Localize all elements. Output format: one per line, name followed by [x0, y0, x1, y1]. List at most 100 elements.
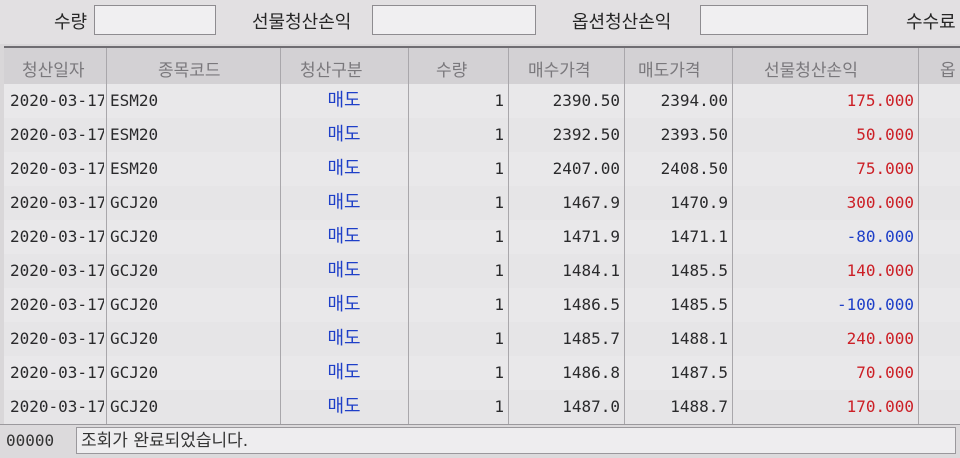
col-header-sell[interactable]: 매도가격 [638, 56, 701, 81]
cell-date: 2020-03-17 [10, 295, 104, 314]
col-header-side[interactable]: 청산구분 [300, 56, 363, 81]
cell-side: 매도 [327, 294, 361, 315]
futures-pnl-label: 선물청산손익 [252, 12, 352, 33]
cell-buy-price: 1485.7 [562, 329, 620, 348]
cell-code: GCJ20 [110, 227, 159, 246]
table-row[interactable]: 2020-03-17 GCJ20 매도 1 1487.0 1488.7 170.000 [4, 390, 960, 425]
cell-code: GCJ20 [110, 329, 159, 348]
cell-code: GCJ20 [110, 261, 159, 280]
cell-qty: 1 [494, 261, 504, 280]
cell-date: 2020-03-17 [10, 363, 104, 382]
summary-bar: 수량 선물청산손익 옵션청산손익 수수료 [0, 0, 960, 44]
cell-sell-price: 2393.50 [660, 125, 728, 144]
cell-sell-price: 1485.5 [670, 295, 728, 314]
cell-side: 매도 [327, 362, 361, 383]
cell-code: GCJ20 [110, 295, 159, 314]
table-row[interactable]: 2020-03-17 GCJ20 매도 1 1471.9 1471.1 -80.000 [4, 220, 960, 255]
cell-futures-pnl: -80.000 [846, 227, 914, 246]
cell-qty: 1 [494, 397, 504, 416]
cell-futures-pnl: 175.000 [846, 91, 914, 110]
qty-field[interactable] [94, 5, 216, 35]
cell-futures-pnl: 300.000 [846, 193, 914, 212]
col-header-qty[interactable]: 수량 [436, 56, 467, 81]
cell-side: 매도 [327, 260, 361, 281]
cell-buy-price: 1487.0 [562, 397, 620, 416]
cell-qty: 1 [494, 159, 504, 178]
cell-futures-pnl: 170.000 [846, 397, 914, 416]
qty-label: 수량 [54, 12, 88, 33]
table-header: 청산일자 종목코드 청산구분 수량 매수가격 매도가격 선물청산손익 옵 [4, 48, 960, 85]
cell-code: GCJ20 [110, 397, 159, 416]
table-row[interactable]: 2020-03-17 ESM20 매도 1 2390.50 2394.00 175.000 [4, 84, 960, 119]
cell-buy-price: 2390.50 [552, 91, 620, 110]
options-pnl-label: 옵션청산손익 [572, 12, 672, 33]
cell-side: 매도 [327, 396, 361, 417]
table-row[interactable]: 2020-03-17 GCJ20 매도 1 1484.1 1485.5 140.000 [4, 254, 960, 289]
table-row[interactable]: 2020-03-17 ESM20 매도 1 2407.00 2408.50 75.000 [4, 152, 960, 187]
cell-qty: 1 [494, 363, 504, 382]
col-header-opt[interactable]: 옵 [940, 56, 956, 81]
cell-code: ESM20 [110, 125, 159, 144]
cell-sell-price: 1487.5 [670, 363, 728, 382]
cell-buy-price: 1486.8 [562, 363, 620, 382]
fee-label: 수수료 [906, 12, 956, 33]
column-divider [106, 48, 107, 425]
column-divider [732, 48, 733, 425]
table-row[interactable]: 2020-03-17 GCJ20 매도 1 1486.8 1487.5 70.000 [4, 356, 960, 391]
cell-sell-price: 1488.1 [670, 329, 728, 348]
cell-qty: 1 [494, 125, 504, 144]
cell-date: 2020-03-17 [10, 125, 104, 144]
cell-side: 매도 [327, 158, 361, 179]
status-bar: 00000 조회가 완료되었습니다. [0, 424, 960, 458]
cell-side: 매도 [327, 192, 361, 213]
column-divider [408, 48, 409, 425]
cell-qty: 1 [494, 295, 504, 314]
col-header-pnl[interactable]: 선물청산손익 [764, 56, 858, 81]
cell-side: 매도 [327, 328, 361, 349]
cell-code: ESM20 [110, 159, 159, 178]
column-divider [280, 48, 281, 425]
col-header-buy[interactable]: 매수가격 [528, 56, 591, 81]
table-row[interactable]: 2020-03-17 GCJ20 매도 1 1467.9 1470.9 300.000 [4, 186, 960, 221]
cell-sell-price: 1485.5 [670, 261, 728, 280]
cell-futures-pnl: 75.000 [856, 159, 914, 178]
cell-futures-pnl: -100.000 [836, 295, 914, 314]
cell-date: 2020-03-17 [10, 159, 104, 178]
cell-side: 매도 [327, 226, 361, 247]
status-message: 조회가 완료되었습니다. [76, 427, 956, 454]
futures-pnl-field[interactable] [372, 5, 536, 35]
cell-date: 2020-03-17 [10, 329, 104, 348]
cell-qty: 1 [494, 227, 504, 246]
cell-qty: 1 [494, 91, 504, 110]
col-header-date[interactable]: 청산일자 [22, 56, 85, 81]
cell-buy-price: 2392.50 [552, 125, 620, 144]
cell-sell-price: 1488.7 [670, 397, 728, 416]
column-divider [918, 48, 919, 425]
table-row[interactable]: 2020-03-17 ESM20 매도 1 2392.50 2393.50 50.000 [4, 118, 960, 153]
table-row[interactable]: 2020-03-17 GCJ20 매도 1 1486.5 1485.5 -100.000 [4, 288, 960, 323]
cell-sell-price: 1470.9 [670, 193, 728, 212]
col-header-code[interactable]: 종목코드 [158, 56, 221, 81]
cell-qty: 1 [494, 329, 504, 348]
status-code: 00000 [6, 431, 55, 450]
cell-date: 2020-03-17 [10, 193, 104, 212]
table-row[interactable]: 2020-03-17 GCJ20 매도 1 1485.7 1488.1 240.000 [4, 322, 960, 357]
cell-date: 2020-03-17 [10, 397, 104, 416]
cell-code: ESM20 [110, 91, 159, 110]
cell-side: 매도 [327, 90, 361, 111]
column-divider [624, 48, 625, 425]
cell-buy-price: 1486.5 [562, 295, 620, 314]
column-divider [508, 48, 509, 425]
cell-date: 2020-03-17 [10, 261, 104, 280]
cell-futures-pnl: 70.000 [856, 363, 914, 382]
options-pnl-field[interactable] [700, 5, 868, 35]
cell-buy-price: 1467.9 [562, 193, 620, 212]
cell-sell-price: 2408.50 [660, 159, 728, 178]
cell-code: GCJ20 [110, 363, 159, 382]
cell-buy-price: 1471.9 [562, 227, 620, 246]
cell-date: 2020-03-17 [10, 91, 104, 110]
cell-buy-price: 1484.1 [562, 261, 620, 280]
cell-side: 매도 [327, 124, 361, 145]
cell-code: GCJ20 [110, 193, 159, 212]
cell-sell-price: 2394.00 [660, 91, 728, 110]
